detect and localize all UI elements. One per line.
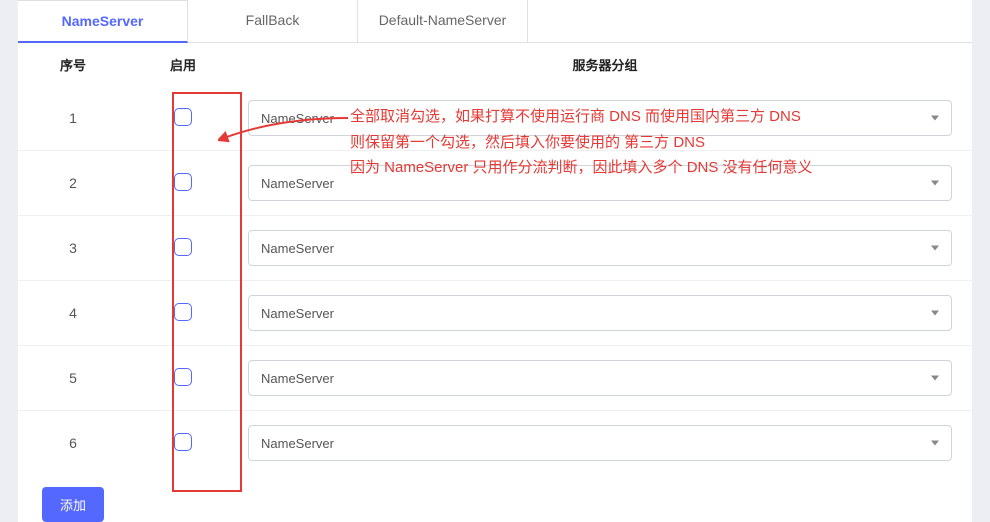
- row-index: 1: [18, 110, 128, 126]
- main-panel: NameServer FallBack Default-NameServer 序…: [18, 0, 972, 522]
- row-index: 6: [18, 435, 128, 451]
- add-button-label: 添加: [60, 498, 86, 513]
- enable-checkbox[interactable]: [174, 238, 192, 256]
- enable-checkbox[interactable]: [174, 433, 192, 451]
- table-row: 4 NameServer: [18, 281, 972, 346]
- select-value: NameServer: [261, 371, 334, 386]
- tabs: NameServer FallBack Default-NameServer: [18, 0, 972, 43]
- row-index: 3: [18, 240, 128, 256]
- group-select[interactable]: NameServer: [248, 165, 952, 201]
- header-enable: 启用: [128, 55, 238, 74]
- enable-checkbox[interactable]: [174, 108, 192, 126]
- header-group: 服务器分组: [238, 55, 972, 74]
- tab-nameserver[interactable]: NameServer: [18, 0, 188, 43]
- tab-fallback[interactable]: FallBack: [188, 0, 358, 42]
- enable-checkbox[interactable]: [174, 368, 192, 386]
- table-row: 3 NameServer: [18, 216, 972, 281]
- select-value: NameServer: [261, 241, 334, 256]
- add-button[interactable]: 添加: [42, 487, 104, 522]
- select-value: NameServer: [261, 111, 334, 126]
- tab-default-nameserver[interactable]: Default-NameServer: [358, 0, 528, 42]
- table-row: 2 NameServer: [18, 151, 972, 216]
- group-select[interactable]: NameServer: [248, 360, 952, 396]
- tab-label: NameServer: [62, 13, 144, 29]
- table-row: 1 NameServer: [18, 86, 972, 151]
- select-value: NameServer: [261, 436, 334, 451]
- group-select[interactable]: NameServer: [248, 230, 952, 266]
- enable-checkbox[interactable]: [174, 173, 192, 191]
- table-row: 5 NameServer: [18, 346, 972, 411]
- tab-label: FallBack: [246, 12, 300, 28]
- table-body: 1 NameServer 2 NameServer 3 NameSer: [18, 86, 972, 475]
- enable-checkbox[interactable]: [174, 303, 192, 321]
- header-index: 序号: [18, 55, 128, 74]
- group-select[interactable]: NameServer: [248, 295, 952, 331]
- table-row: 6 NameServer: [18, 411, 972, 475]
- group-select[interactable]: NameServer: [248, 100, 952, 136]
- row-index: 4: [18, 305, 128, 321]
- select-value: NameServer: [261, 306, 334, 321]
- tab-label: Default-NameServer: [379, 12, 507, 28]
- row-index: 2: [18, 175, 128, 191]
- row-index: 5: [18, 370, 128, 386]
- table-header: 序号 启用 服务器分组: [18, 43, 972, 86]
- group-select[interactable]: NameServer: [248, 425, 952, 461]
- select-value: NameServer: [261, 176, 334, 191]
